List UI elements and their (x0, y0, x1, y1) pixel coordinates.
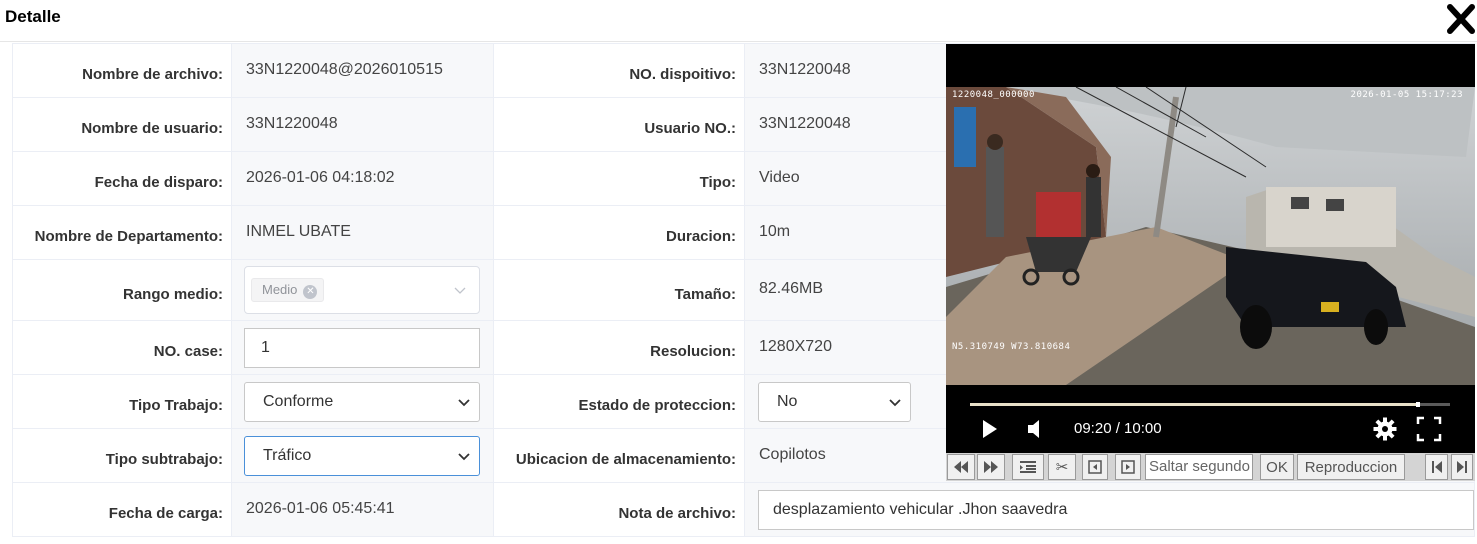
fast-forward-icon[interactable] (977, 454, 1005, 480)
file-note-cell: desplazamiento vehicular .Jhon saavedra (744, 482, 1475, 537)
next-frame-icon[interactable] (1115, 454, 1141, 480)
subwork-type-selected: Tráfico (263, 446, 312, 464)
subwork-type-select[interactable]: Tráfico (244, 435, 480, 476)
playback-button[interactable]: Reproduccion (1297, 454, 1405, 480)
cut-icon[interactable]: ✂ (1048, 454, 1076, 480)
volume-icon[interactable] (1026, 416, 1044, 442)
field-label: NO. case: (12, 320, 232, 375)
field-label: Resolucion: (493, 320, 745, 375)
case-number-input[interactable]: 1 (244, 327, 480, 368)
upload-date-value: 2026-01-06 05:45:41 (231, 482, 494, 537)
field-label: Tipo: (493, 151, 745, 206)
work-type-cell: Conforme (231, 374, 494, 429)
range-select[interactable]: Medio ✕ (244, 266, 480, 314)
field-label: NO. dispoitivo: (493, 43, 745, 98)
field-label: Rango medio: (12, 259, 232, 321)
field-label: Usuario NO.: (493, 97, 745, 152)
field-label: Tipo subtrabajo: (12, 428, 232, 483)
dialog-title: Detalle (5, 7, 61, 26)
chevron-down-icon (458, 398, 470, 406)
dialog-header: Detalle (0, 0, 1477, 42)
video-frame (946, 87, 1475, 385)
field-label: Nombre de Departamento: (12, 205, 232, 260)
field-label: Tamaño: (493, 259, 745, 321)
chevron-down-icon (454, 287, 466, 294)
seek-seconds-input[interactable]: Saltar segundo (1145, 454, 1253, 480)
seek-bar-fill (970, 403, 1418, 406)
settings-gear-icon[interactable] (1372, 416, 1398, 442)
field-label: Fecha de disparo: (12, 151, 232, 206)
field-label: Fecha de carga: (12, 482, 232, 537)
case-cell: 1 (231, 320, 494, 375)
fullscreen-icon[interactable] (1416, 416, 1442, 442)
field-label: Estado de proteccion: (493, 374, 745, 429)
table-row: Fecha de carga: 2026-01-06 05:45:41 Nota… (12, 482, 1475, 537)
osd-datetime: 2026-01-05 15:17:23 (1350, 90, 1463, 100)
subwork-type-cell: Tráfico (231, 428, 494, 483)
field-label: Ubicacion de almacenamiento: (493, 428, 745, 483)
field-label: Nota de archivo: (493, 482, 745, 537)
protection-selected: No (777, 392, 798, 410)
close-icon[interactable] (1447, 3, 1475, 35)
range-cell: Medio ✕ (231, 259, 494, 321)
file-name-value: 33N1220048@2026010515 (231, 43, 494, 98)
seek-bar-handle[interactable] (1415, 402, 1420, 407)
osd-device-id: 1220048_000000 (952, 90, 1035, 100)
work-type-select[interactable]: Conforme (244, 381, 480, 422)
chevron-down-icon (458, 452, 470, 460)
user-name-value: 33N1220048 (231, 97, 494, 152)
protection-select[interactable]: No (758, 381, 911, 422)
first-clip-icon[interactable] (1425, 454, 1448, 480)
player-toolbar: ✂ Saltar segundo OK Reproduccion (946, 453, 1475, 481)
field-label: Duracion: (493, 205, 745, 260)
department-value: INMEL UBATE (231, 205, 494, 260)
range-tag: Medio ✕ (251, 278, 325, 302)
field-label: Nombre de archivo: (12, 43, 232, 98)
play-icon[interactable] (980, 416, 1000, 442)
seek-bar[interactable] (970, 402, 1450, 407)
rewind-icon[interactable] (947, 454, 975, 480)
osd-gps: N5.310749 W73.810684 (952, 342, 1071, 352)
last-clip-icon[interactable] (1451, 454, 1473, 480)
prev-frame-icon[interactable] (1082, 454, 1108, 480)
chevron-down-icon (889, 398, 901, 406)
ok-button[interactable]: OK (1260, 454, 1294, 480)
work-type-selected: Conforme (263, 392, 334, 410)
tag-remove-icon[interactable]: ✕ (303, 285, 318, 299)
time-display: 09:20 / 10:00 (1074, 420, 1162, 437)
range-tag-label: Medio (262, 282, 298, 297)
trigger-date-value: 2026-01-06 04:18:02 (231, 151, 494, 206)
list-icon[interactable] (1012, 454, 1044, 480)
video-player[interactable]: 1220048_000000 2026-01-05 15:17:23 N5.31… (946, 44, 1475, 453)
field-label: Nombre de usuario: (12, 97, 232, 152)
field-label: Tipo Trabajo: (12, 374, 232, 429)
file-note-input[interactable]: desplazamiento vehicular .Jhon saavedra (758, 489, 1474, 530)
